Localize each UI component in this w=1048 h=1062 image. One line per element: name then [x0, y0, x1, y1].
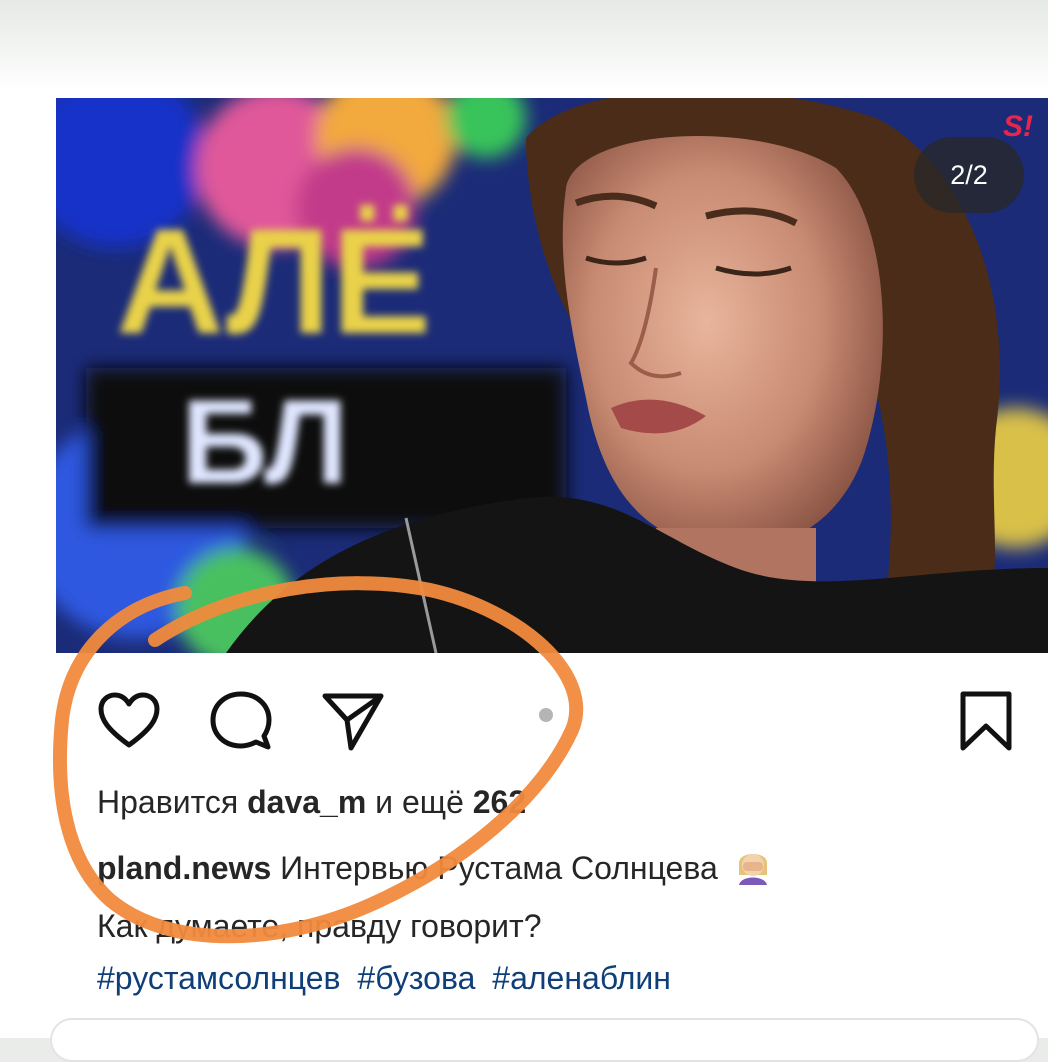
svg-text:АЛЁ: АЛЁ [116, 197, 432, 365]
likes-prefix: Нравится [97, 784, 239, 820]
save-button[interactable] [951, 686, 1021, 756]
caption-text: Интервью Рустама Солнцева [280, 850, 718, 886]
likes-line: Нравится dava_m и ещё 262 [97, 784, 526, 821]
heart-icon [98, 692, 160, 748]
share-button[interactable] [318, 686, 388, 756]
facepalm-emoji-icon [733, 845, 773, 900]
liker-username[interactable]: dava_m [247, 784, 366, 820]
author-username[interactable]: pland.news [97, 850, 271, 886]
carousel-counter: 2/2 [914, 137, 1024, 213]
comment-button[interactable] [206, 686, 276, 756]
caption-line-2: Как думаете, правду говорит? [97, 908, 542, 944]
brand-mark: S! [1003, 110, 1033, 143]
carousel-dot [539, 708, 553, 722]
hashtags: #рустамсолнцев #бузова #аленаблин [97, 952, 977, 1004]
svg-text:БЛ: БЛ [181, 375, 348, 509]
send-icon [322, 693, 384, 751]
caption-line-1: pland.news Интервью Рустама Солнцева [97, 842, 977, 900]
like-button[interactable] [94, 686, 164, 756]
action-bar [56, 653, 1048, 783]
post-photo: АЛЁ БЛ [56, 98, 1048, 653]
hashtag-link[interactable]: #рустамсолнцев [97, 960, 341, 996]
comment-icon [210, 691, 272, 750]
hashtag-link[interactable]: #бузова [357, 960, 475, 996]
caption: pland.news Интервью Рустама Солнцева Как… [97, 842, 977, 1004]
likes-middle: и ещё [375, 784, 464, 820]
hashtag-link[interactable]: #аленаблин [492, 960, 671, 996]
bookmark-icon [960, 691, 1012, 751]
screen: АЛЁ БЛ S! 2/2 Нравится dava_m и ещё 262 … [0, 0, 1048, 1062]
likes-count[interactable]: 262 [473, 784, 526, 820]
next-card [50, 1018, 1039, 1062]
post-image[interactable]: АЛЁ БЛ [56, 98, 1048, 653]
